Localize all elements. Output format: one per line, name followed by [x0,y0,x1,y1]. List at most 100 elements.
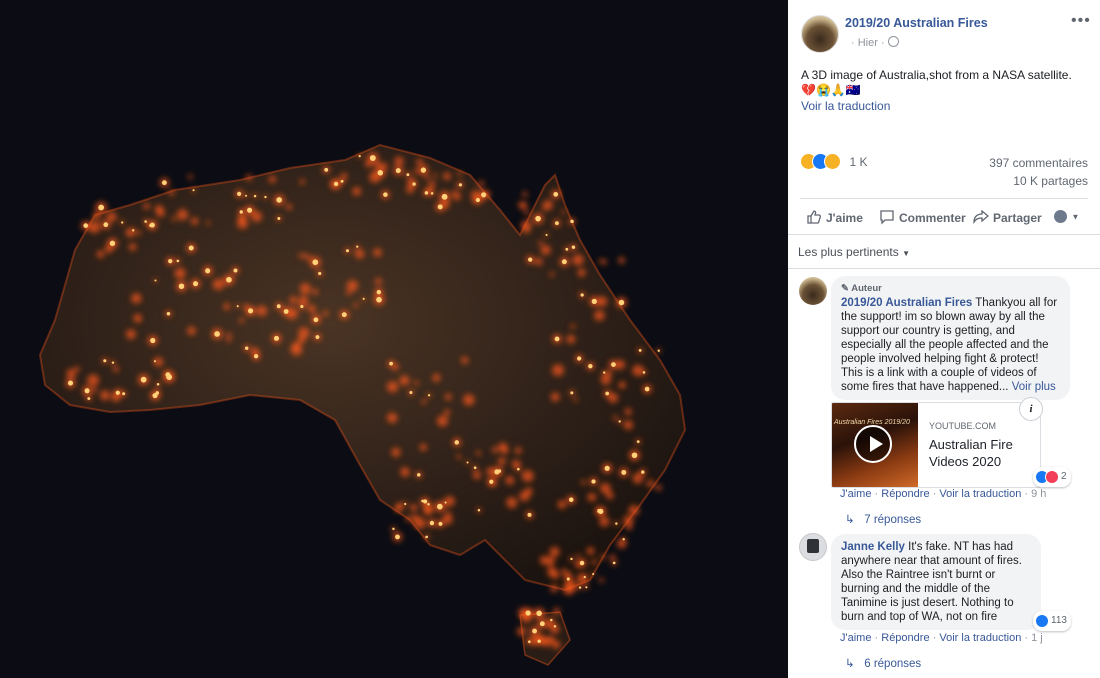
author-badge: ✎ Auteur [841,283,882,294]
more-options-icon[interactable]: ••• [1071,12,1091,30]
fire-core [475,197,481,203]
info-icon[interactable]: i [1019,397,1043,421]
comment-time[interactable]: 9 h [1031,488,1046,500]
like-label: J'aime [826,211,863,225]
fire-core [570,391,574,395]
comment-line: Thankyou all for [975,297,1058,309]
audience-selector[interactable]: ▼ [1054,208,1079,226]
comment-actions: J'aime · Répondre · Voir la traduction ·… [840,632,1043,644]
comment-translate-link[interactable]: Voir la traduction [939,632,1021,644]
fire-core [429,520,435,526]
satellite-photo[interactable] [0,0,788,678]
fire-core [409,391,413,395]
fire-core [536,610,542,617]
comments-count-link[interactable]: 397 commentaires [989,156,1088,170]
fire-glow [353,302,359,308]
fire-glow [511,459,521,469]
fire-core [615,522,618,525]
fire-glow [354,248,365,259]
see-more-link[interactable]: Voir plus [1012,381,1056,393]
author-badge-label: Auteur [851,283,882,294]
fire-core [404,502,407,506]
fire-core [103,359,107,363]
fire-core [473,466,477,470]
comment-translate-link[interactable]: Voir la traduction [939,488,1021,500]
fire-glow [292,341,300,350]
comment-author-avatar[interactable] [799,277,827,305]
fire-core [420,167,427,173]
fire-core [454,440,460,445]
comment-author-name[interactable]: Janne Kelly [841,541,905,553]
comment-button[interactable]: Commenter [879,209,966,225]
comment-reactions[interactable]: 2 [1033,467,1071,487]
fire-glow [550,584,558,593]
fire-glow [553,607,561,615]
fire-core [578,586,582,589]
fire-glow [125,329,136,340]
fire-core [570,557,573,561]
share-button[interactable]: Partager [973,209,1042,225]
fire-glow [414,380,420,386]
fire-core [568,497,574,502]
fire-core [591,479,596,484]
fire-glow [405,515,412,522]
fire-core [144,220,147,223]
see-translation-link[interactable]: Voir la traduction [801,99,890,113]
fire-glow [514,447,522,454]
fire-glow [565,580,577,593]
fire-core [237,191,242,196]
fire-core [345,249,349,253]
reactions-summary[interactable]: 1 K [800,153,867,171]
fire-core [570,219,574,224]
fire-glow [521,220,532,231]
fire-glow [550,638,556,644]
fire-glow [572,254,584,266]
separator-dot: · [1024,488,1029,500]
fire-core [188,245,194,251]
fire-glow [612,415,618,420]
post-emojis: 💔😭🙏🇦🇺 [801,83,861,97]
fire-core [83,223,89,228]
link-title[interactable]: Australian Fire Videos 2020 [929,436,1034,470]
fire-glow [442,514,453,525]
comment-sort-dropdown[interactable]: Les plus pertinents ▼ [798,245,910,259]
fire-core [532,628,538,634]
comment-time[interactable]: 1 j [1031,632,1043,644]
fire-glow [601,259,607,265]
shares-count-link[interactable]: 10 K partages [1013,174,1088,188]
fire-glow [171,216,177,222]
fire-core [253,194,257,198]
fire-glow [188,174,193,180]
comment-like-link[interactable]: J'aime [840,488,871,500]
view-replies-link[interactable]: ↳ 6 réponses [845,656,921,670]
comment-reply-link[interactable]: Répondre [881,632,929,644]
page-name-link[interactable]: 2019/20 Australian Fires [845,16,988,30]
video-thumbnail[interactable]: Australian Fires 2019/20 [832,403,918,487]
fire-glow [549,546,560,557]
fire-core [427,394,431,397]
divider [788,234,1100,235]
comment-like-link[interactable]: J'aime [840,632,871,644]
comment-author-avatar[interactable] [799,533,827,561]
comment-author-name[interactable]: 2019/20 Australian Fires [841,297,972,309]
fire-core [264,195,267,199]
view-replies-link[interactable]: ↳ 7 réponses [845,512,921,526]
sort-label: Les plus pertinents [798,245,899,259]
fire-core [427,503,430,506]
separator-dot: · [874,488,879,500]
reply-arrow-icon: ↳ [845,514,855,526]
fire-glow [96,250,105,259]
fire-glow [609,554,616,561]
play-icon[interactable] [854,425,892,463]
post-timestamp[interactable]: · Hier · [851,36,899,49]
fire-glow [561,209,566,215]
comment-reply-link[interactable]: Répondre [881,488,929,500]
fire-core [441,193,448,200]
link-preview-card[interactable]: Australian Fires 2019/20 YOUTUBE.COM Aus… [831,402,1041,488]
fire-glow [444,393,452,401]
page-avatar[interactable] [801,15,839,53]
facebook-post-panel: 2019/20 Australian Fires · Hier · ••• A … [788,0,1100,678]
comment-reactions[interactable]: 113 [1033,611,1071,631]
like-button[interactable]: J'aime [806,209,863,225]
comment-line: the support! im so blown away by all the [841,311,1045,323]
